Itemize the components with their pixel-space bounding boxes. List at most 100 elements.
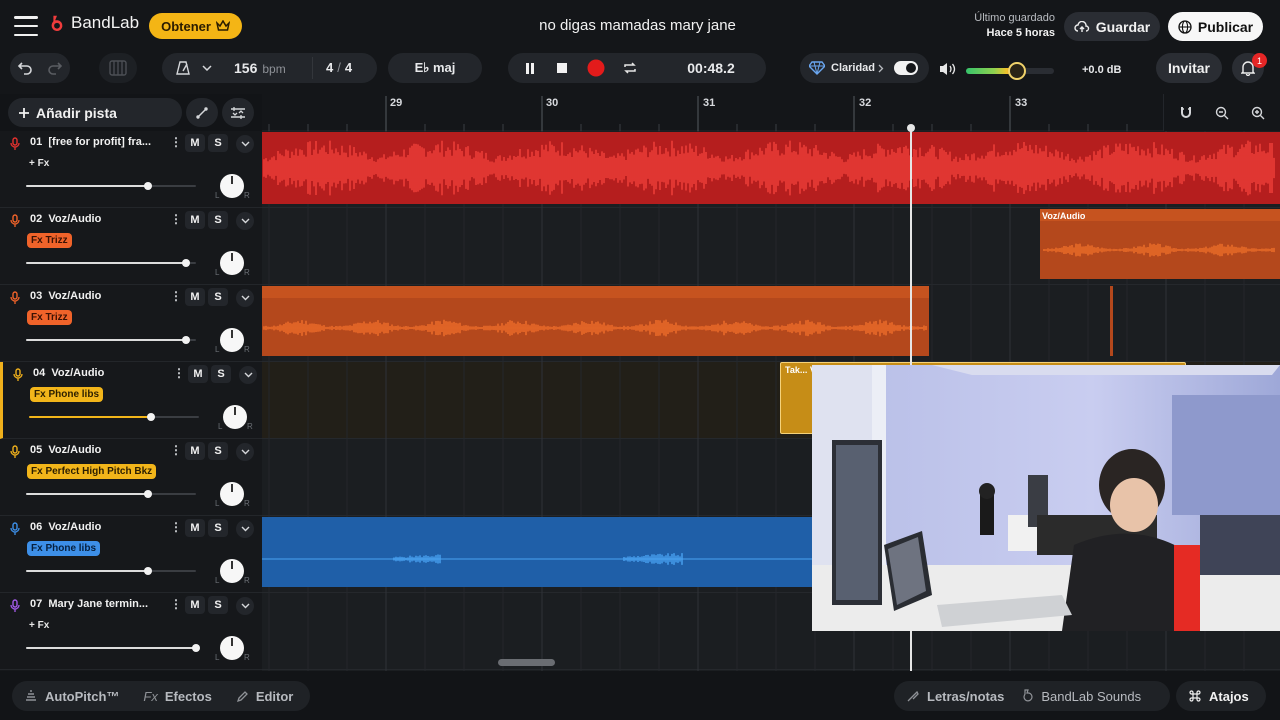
microphone-icon[interactable] [10, 214, 20, 228]
microphone-icon[interactable] [10, 522, 20, 536]
zoom-out-button[interactable] [1208, 99, 1236, 127]
effects-button[interactable]: Fx Efectos [131, 681, 223, 711]
editor-button[interactable]: Editor [224, 681, 306, 711]
pan-knob[interactable] [220, 636, 244, 660]
track-name[interactable]: 03 Voz/Audio [30, 290, 160, 302]
mute-button[interactable]: M [185, 288, 205, 306]
horizontal-scrollbar[interactable] [498, 659, 555, 666]
stop-button[interactable] [546, 53, 578, 83]
track-fx-button[interactable]: + Fx [27, 618, 51, 633]
microphone-icon[interactable] [10, 137, 20, 151]
track-expand-button[interactable] [236, 289, 254, 307]
track-volume-slider[interactable] [26, 259, 196, 267]
redo-button[interactable] [40, 53, 70, 83]
track-expand-button[interactable] [239, 366, 257, 384]
add-track-button[interactable]: Añadir pista [8, 98, 182, 127]
track-header[interactable]: 04 Voz/Audio Fx Phone libs ⋮ M S L R [0, 362, 262, 439]
track-expand-button[interactable] [236, 520, 254, 538]
track-header[interactable]: 03 Voz/Audio Fx Trizz ⋮ M S L R [0, 285, 262, 362]
mute-button[interactable]: M [188, 365, 208, 383]
solo-button[interactable]: S [208, 288, 228, 306]
solo-button[interactable]: S [208, 134, 228, 152]
track-name[interactable]: 06 Voz/Audio [30, 521, 160, 533]
pan-knob[interactable] [220, 559, 244, 583]
track-fx-button[interactable]: Fx Perfect High Pitch Bkz [27, 464, 157, 479]
track-volume-slider[interactable] [26, 567, 196, 575]
mute-button[interactable]: M [185, 442, 205, 460]
track-options-icon[interactable]: ⋮ [170, 212, 182, 226]
instrument-keys-button[interactable] [99, 53, 137, 83]
save-button[interactable]: Guardar [1064, 12, 1160, 41]
pan-knob[interactable] [220, 328, 244, 352]
track-name[interactable]: 05 Voz/Audio [30, 444, 160, 456]
track-expand-button[interactable] [236, 597, 254, 615]
mute-button[interactable]: M [185, 134, 205, 152]
pan-knob[interactable] [220, 482, 244, 506]
automation-button[interactable] [186, 98, 218, 127]
clarity-toggle[interactable] [894, 61, 919, 75]
track-expand-button[interactable] [236, 443, 254, 461]
mute-button[interactable]: M [185, 596, 205, 614]
shortcuts-button[interactable]: Atajos [1176, 681, 1266, 711]
tempo-field[interactable]: 156 bpm [234, 60, 286, 76]
track-options-icon[interactable]: ⋮ [173, 366, 185, 380]
track-expand-button[interactable] [236, 212, 254, 230]
solo-button[interactable]: S [211, 365, 231, 383]
pan-knob[interactable] [223, 405, 247, 429]
track-header[interactable]: 01 [free for profit] fra... + Fx ⋮ M S L… [0, 131, 262, 208]
track-fx-button[interactable]: + Fx [27, 156, 51, 171]
track-header[interactable]: 06 Voz/Audio Fx Phone libs ⋮ M S L R [0, 516, 262, 593]
track-fx-button[interactable]: Fx Phone libs [27, 541, 101, 556]
track-volume-slider[interactable] [26, 644, 200, 652]
mixer-button[interactable] [222, 98, 254, 127]
track-header[interactable]: 05 Voz/Audio Fx Perfect High Pitch Bkz ⋮… [0, 439, 262, 516]
speaker-button[interactable] [938, 61, 958, 82]
timeline-ruler[interactable]: 29 30 31 32 33 [262, 94, 1280, 131]
track-name[interactable]: 04 Voz/Audio [33, 367, 163, 379]
track-options-icon[interactable]: ⋮ [170, 520, 182, 534]
track-options-icon[interactable]: ⋮ [170, 443, 182, 457]
mute-button[interactable]: M [185, 211, 205, 229]
zoom-in-button[interactable] [1244, 99, 1272, 127]
volume-knob[interactable] [147, 413, 156, 421]
bandlab-sounds-button[interactable]: BandLab Sounds [1016, 681, 1153, 711]
mute-button[interactable]: M [185, 519, 205, 537]
volume-knob[interactable] [181, 336, 190, 344]
microphone-icon[interactable] [10, 291, 20, 305]
track-header[interactable]: 07 Mary Jane termin... + Fx ⋮ M S L R [0, 593, 262, 670]
snap-button[interactable] [1172, 99, 1200, 127]
loop-button[interactable] [614, 53, 646, 83]
track-fx-button[interactable]: Fx Trizz [27, 233, 72, 248]
volume-knob[interactable] [144, 182, 153, 190]
volume-knob[interactable] [181, 259, 190, 267]
autopitch-button[interactable]: AutoPitch™ [12, 681, 131, 711]
microphone-icon[interactable] [13, 368, 23, 382]
solo-button[interactable]: S [208, 596, 228, 614]
track-options-icon[interactable]: ⋮ [170, 289, 182, 303]
track-name[interactable]: 02 Voz/Audio [30, 213, 160, 225]
solo-button[interactable]: S [208, 519, 228, 537]
publish-button[interactable]: Publicar [1168, 12, 1263, 41]
volume-knob[interactable] [144, 567, 153, 575]
track-expand-button[interactable] [236, 135, 254, 153]
pause-button[interactable] [514, 53, 546, 83]
microphone-icon[interactable] [10, 599, 20, 613]
key-selector[interactable]: E♭ maj [388, 53, 482, 83]
track-volume-slider[interactable] [26, 336, 196, 344]
track-header[interactable]: 02 Voz/Audio Fx Trizz ⋮ M S L R [0, 208, 262, 285]
solo-button[interactable]: S [208, 211, 228, 229]
clarity-group[interactable]: Claridad [800, 53, 929, 83]
solo-button[interactable]: S [208, 442, 228, 460]
time-signature[interactable]: 4 / 4 [326, 60, 352, 75]
track-name[interactable]: 07 Mary Jane termin... [30, 598, 160, 610]
track-fx-button[interactable]: Fx Phone libs [30, 387, 104, 402]
undo-button[interactable] [10, 53, 40, 83]
metronome-button[interactable] [168, 53, 198, 83]
volume-knob[interactable] [144, 490, 153, 498]
pan-knob[interactable] [220, 174, 244, 198]
master-volume-knob[interactable] [1008, 62, 1027, 80]
metronome-dropdown[interactable] [198, 53, 216, 83]
volume-knob[interactable] [192, 644, 200, 652]
track-name[interactable]: 01 [free for profit] fra... [30, 136, 160, 148]
track-volume-slider[interactable] [26, 182, 196, 190]
